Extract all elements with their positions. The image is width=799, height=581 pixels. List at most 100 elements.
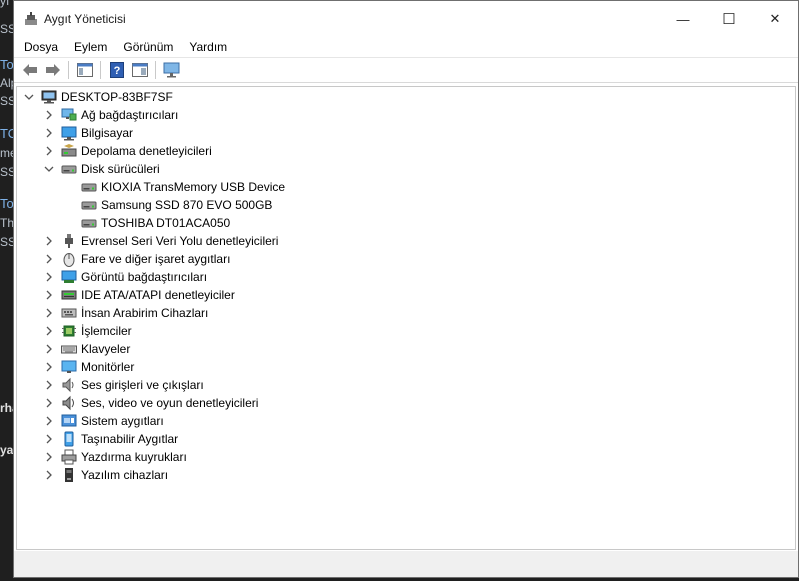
system-devices-icon xyxy=(61,414,77,427)
toolbar-separator xyxy=(155,61,156,79)
expand-chevron-icon[interactable] xyxy=(43,376,55,394)
computer-icon xyxy=(61,126,77,141)
menu-view[interactable]: Görünüm xyxy=(115,37,181,57)
tree-item-label: Samsung SSD 870 EVO 500GB xyxy=(101,198,273,212)
tree-category[interactable]: Görüntü bağdaştırıcıları xyxy=(43,268,207,286)
tree-item-label: KIOXIA TransMemory USB Device xyxy=(101,180,286,194)
status-bar xyxy=(14,551,798,577)
expand-chevron-icon[interactable] xyxy=(43,394,55,412)
tree-device[interactable]: TOSHIBA DT01ACA050 xyxy=(63,214,230,232)
tree-category[interactable]: İşlemciler xyxy=(43,322,132,340)
expand-chevron-icon[interactable] xyxy=(43,412,55,430)
expand-chevron-icon[interactable] xyxy=(43,232,55,250)
maximize-button[interactable]: ☐ xyxy=(706,1,752,37)
printer-icon xyxy=(61,449,77,465)
back-button[interactable] xyxy=(18,60,41,80)
portable-device-icon xyxy=(61,431,77,447)
expand-chevron-icon[interactable] xyxy=(43,286,55,304)
title-bar[interactable]: Aygıt Yöneticisi — ☐ ✕ xyxy=(14,1,798,37)
usb-icon xyxy=(61,233,77,249)
tree-category[interactable]: Ses, video ve oyun denetleyicileri xyxy=(43,394,258,412)
expand-chevron-icon[interactable] xyxy=(43,268,55,286)
expand-chevron-icon[interactable] xyxy=(43,430,55,448)
tree-category[interactable]: İnsan Arabirim Cihazları xyxy=(43,304,208,322)
tree-item-label: Bilgisayar xyxy=(81,126,134,140)
sound-controller-icon xyxy=(62,395,74,411)
tree-category[interactable]: Ses girişleri ve çıkışları xyxy=(43,376,204,394)
network-adapter-icon xyxy=(61,107,77,123)
keyboard-icon xyxy=(61,341,77,357)
help-button[interactable]: ? xyxy=(105,60,128,80)
root-computer-icon xyxy=(41,90,57,104)
expand-chevron-icon[interactable] xyxy=(43,106,55,124)
menu-file[interactable]: Dosya xyxy=(16,37,66,57)
tree-category[interactable]: Disk sürücüleri xyxy=(43,160,160,178)
tree-category[interactable]: Depolama denetleyicileri xyxy=(43,142,212,160)
expand-chevron-icon[interactable] xyxy=(43,304,55,322)
tree-item-label: Klavyeler xyxy=(81,342,131,356)
storage-controller-icon xyxy=(61,143,77,159)
disk-drive-icon xyxy=(81,219,97,228)
tree-category[interactable]: Bilgisayar xyxy=(43,124,133,142)
tree-category[interactable]: IDE ATA/ATAPI denetleyiciler xyxy=(43,286,235,304)
tree-category[interactable]: Evrensel Seri Veri Yolu denetleyicileri xyxy=(43,232,278,250)
computer-icon xyxy=(61,125,77,141)
tree-category[interactable]: Yazılım cihazları xyxy=(43,466,168,484)
tree-category[interactable]: Monitörler xyxy=(43,358,134,376)
tree-root[interactable]: DESKTOP-83BF7SF xyxy=(23,88,173,106)
tree-item-label: Disk sürücüleri xyxy=(81,162,160,176)
processor-icon xyxy=(61,323,77,339)
properties-icon xyxy=(131,63,148,77)
expand-chevron-icon[interactable] xyxy=(43,340,55,358)
menu-help[interactable]: Yardım xyxy=(181,37,235,57)
properties-button[interactable] xyxy=(128,60,151,80)
keyboard-icon xyxy=(61,345,77,354)
forward-button[interactable] xyxy=(41,60,64,80)
monitor-scan-icon xyxy=(163,62,179,78)
minimize-button[interactable]: — xyxy=(660,1,706,37)
monitor-icon xyxy=(61,359,77,375)
system-devices-icon xyxy=(61,413,77,429)
toolbar-separator xyxy=(100,61,101,79)
tree-device[interactable]: KIOXIA TransMemory USB Device xyxy=(63,178,285,196)
tree-item-label: Görüntü bağdaştırıcıları xyxy=(81,270,208,284)
expand-chevron-icon[interactable] xyxy=(43,142,55,160)
tree-category[interactable]: Klavyeler xyxy=(43,340,130,358)
expand-chevron-icon[interactable] xyxy=(43,322,55,340)
tree-item-label: Yazılım cihazları xyxy=(81,468,169,482)
ide-controller-icon xyxy=(61,287,77,303)
disk-drive-icon xyxy=(61,165,77,174)
show-hide-console-tree-button[interactable] xyxy=(73,60,96,80)
expand-chevron-icon[interactable] xyxy=(43,448,55,466)
collapse-chevron-icon[interactable] xyxy=(43,160,55,178)
tree-item-label: Sistem aygıtları xyxy=(81,414,164,428)
expand-chevron-icon[interactable] xyxy=(43,358,55,376)
menu-action[interactable]: Eylem xyxy=(66,37,115,57)
scan-hardware-button[interactable] xyxy=(160,60,183,80)
tree-category[interactable]: Taşınabilir Aygıtlar xyxy=(43,430,178,448)
bg-fragment: To xyxy=(0,57,14,72)
close-button[interactable]: ✕ xyxy=(752,1,798,37)
tree-item-label: Ağ bağdaştırıcıları xyxy=(81,108,179,122)
hid-icon xyxy=(61,305,77,321)
audio-io-icon xyxy=(62,377,74,393)
expand-chevron-icon[interactable] xyxy=(43,466,55,484)
device-tree[interactable]: DESKTOP-83BF7SF Ağ bağdaştırıcıları Bilgis… xyxy=(16,86,796,550)
tree-item-label: IDE ATA/ATAPI denetleyiciler xyxy=(81,288,235,302)
tree-category[interactable]: Sistem aygıtları xyxy=(43,412,164,430)
tree-category[interactable]: Yazdırma kuyrukları xyxy=(43,448,187,466)
disk-drive-icon xyxy=(61,161,77,177)
toolbar-separator xyxy=(68,61,69,79)
device-manager-icon xyxy=(24,12,38,26)
expand-chevron-icon[interactable] xyxy=(43,250,55,268)
tree-category[interactable]: Fare ve diğer işaret aygıtları xyxy=(43,250,230,268)
tree-item-label: Fare ve diğer işaret aygıtları xyxy=(81,252,231,266)
tree-category[interactable]: Ağ bağdaştırıcıları xyxy=(43,106,178,124)
collapse-chevron-icon[interactable] xyxy=(23,88,35,106)
disk-drive-icon xyxy=(81,197,97,213)
software-device-icon xyxy=(61,467,77,483)
expand-chevron-icon[interactable] xyxy=(43,124,55,142)
tree-device[interactable]: Samsung SSD 870 EVO 500GB xyxy=(63,196,272,214)
